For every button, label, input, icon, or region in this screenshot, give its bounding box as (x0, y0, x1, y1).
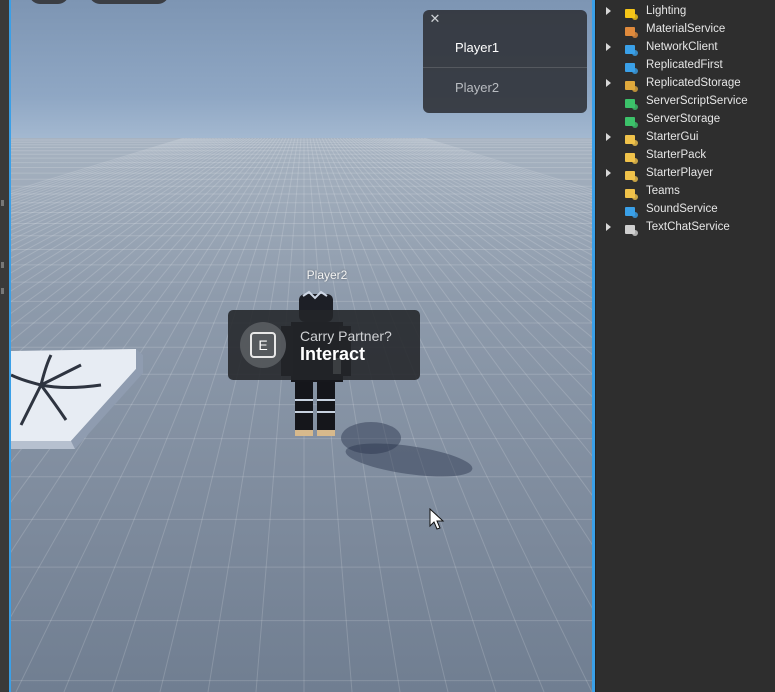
sound-icon (624, 203, 638, 218)
studio-window: Player2 E Carry Partner? Interact ✕ Play… (0, 0, 775, 692)
expand-arrow-icon[interactable] (606, 133, 611, 141)
explorer-item-label: ServerStorage (646, 113, 721, 125)
player-list: ✕ Player1 Player2 (423, 10, 587, 113)
explorer-item-label: StarterPack (646, 149, 707, 161)
explorer-panel: Lighting MaterialService NetworkClient Repl… (595, 0, 775, 692)
starter-gui-icon (624, 131, 638, 146)
explorer-item-materialservice[interactable]: MaterialService (596, 21, 775, 39)
starter-pack-icon (624, 149, 638, 164)
mouse-cursor-icon (429, 508, 445, 530)
player-name: Player2 (455, 80, 500, 95)
explorer-item-label: TextChatService (646, 221, 730, 233)
server-storage-icon (624, 113, 638, 128)
teams-icon (624, 185, 638, 200)
explorer-item-networkclient[interactable]: NetworkClient (596, 39, 775, 57)
prompt-key-label: E (250, 332, 276, 358)
explorer-item-lighting[interactable]: Lighting (596, 3, 775, 21)
explorer-item-startergui[interactable]: StarterGui (596, 129, 775, 147)
material-icon (624, 23, 638, 38)
text-chat-icon (624, 221, 638, 236)
explorer-item-teams[interactable]: Teams (596, 183, 775, 201)
left-panel-edge (0, 0, 9, 692)
explorer-item-serverscriptservice[interactable]: ServerScriptService (596, 93, 775, 111)
player-list-row[interactable]: Player2 (423, 68, 587, 108)
lightbulb-icon (624, 5, 638, 20)
player-name: Player1 (455, 40, 500, 55)
explorer-item-starterplayer[interactable]: StarterPlayer (596, 165, 775, 183)
explorer-item-label: Lighting (646, 5, 687, 17)
player-list-row[interactable]: Player1 (423, 28, 587, 68)
game-viewport[interactable]: Player2 E Carry Partner? Interact ✕ Play… (9, 0, 595, 692)
explorer-item-label: MaterialService (646, 23, 726, 35)
expand-arrow-icon[interactable] (606, 223, 611, 231)
explorer-item-label: StarterGui (646, 131, 699, 143)
network-icon (624, 41, 638, 56)
prompt-object-text: Carry Partner? (300, 328, 392, 344)
explorer-item-label: Teams (646, 185, 680, 197)
explorer-item-label: StarterPlayer (646, 167, 714, 179)
explorer-item-label: SoundService (646, 203, 718, 215)
explorer-item-starterpack[interactable]: StarterPack (596, 147, 775, 165)
expand-arrow-icon[interactable] (606, 43, 611, 51)
expand-arrow-icon[interactable] (606, 169, 611, 177)
player-name-tag: Player2 (306, 268, 348, 282)
expand-arrow-icon[interactable] (606, 7, 611, 15)
explorer-item-serverstorage[interactable]: ServerStorage (596, 111, 775, 129)
close-icon[interactable]: ✕ (428, 13, 442, 27)
spawn-tile (11, 349, 143, 449)
starter-player-icon (624, 167, 638, 182)
explorer-item-label: ServerScriptService (646, 95, 748, 107)
chat-button[interactable] (89, 0, 169, 4)
explorer-item-textchatservice[interactable]: TextChatService (596, 219, 775, 237)
explorer-item-replicatedfirst[interactable]: ReplicatedFirst (596, 57, 775, 75)
prompt-action-text: Interact (300, 344, 366, 364)
prompt-key-ring: E (240, 322, 286, 368)
replicated-first-icon (624, 59, 638, 74)
proximity-prompt[interactable]: E Carry Partner? Interact (228, 310, 420, 380)
explorer-item-label: NetworkClient (646, 41, 718, 53)
explorer-item-replicatedstorage[interactable]: ReplicatedStorage (596, 75, 775, 93)
explorer-item-label: ReplicatedFirst (646, 59, 723, 71)
expand-arrow-icon[interactable] (606, 79, 611, 87)
replicated-storage-icon (624, 77, 638, 92)
explorer-item-soundservice[interactable]: SoundService (596, 201, 775, 219)
explorer-item-label: ReplicatedStorage (646, 77, 741, 89)
server-script-icon (624, 95, 638, 110)
